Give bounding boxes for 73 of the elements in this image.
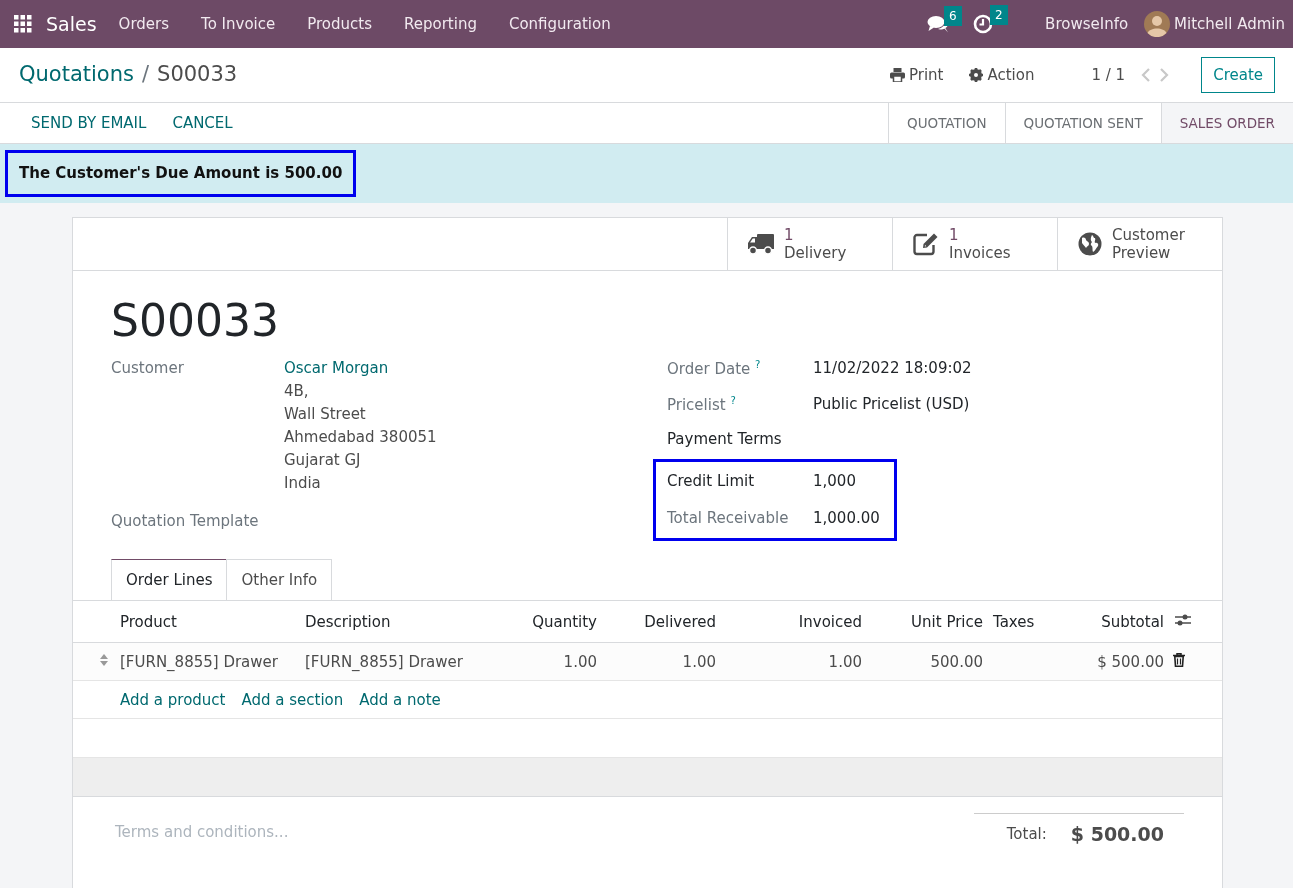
column-header[interactable]: Description xyxy=(304,600,494,643)
sliders-icon[interactable] xyxy=(1175,612,1191,627)
print-button[interactable]: Print xyxy=(888,62,945,88)
table-cell: [FURN_8855] Drawer xyxy=(304,642,494,681)
address-line: India xyxy=(284,472,322,494)
column-header[interactable]: Taxes xyxy=(984,600,1054,643)
address-line: Wall Street xyxy=(284,403,367,425)
field-label: Payment Terms xyxy=(667,429,783,451)
pager-value: 1 / 1 xyxy=(1091,64,1126,86)
field-label: Credit Limit xyxy=(667,471,756,493)
user-name[interactable]: Mitchell Admin xyxy=(1174,12,1285,36)
pencil-square-icon xyxy=(913,232,939,256)
field-label: Pricelist $^{?}$ xyxy=(667,393,737,416)
customer-link[interactable]: Oscar Morgan xyxy=(284,357,437,380)
column-header[interactable]: Invoiced xyxy=(717,600,863,643)
action-button[interactable]: SEND BY EMAIL xyxy=(18,111,160,135)
field-value: 11/02/2022 18:09:02 xyxy=(813,358,972,380)
field-label: Customer xyxy=(111,358,185,380)
column-header[interactable]: Subtotal xyxy=(1054,600,1165,643)
drag-handle-icon[interactable] xyxy=(99,652,109,667)
breadcrumb-current: S00033 xyxy=(157,61,238,89)
column-header[interactable]: Delivered xyxy=(598,600,717,643)
app-name[interactable]: Sales xyxy=(46,9,97,39)
action-button[interactable]: Action xyxy=(968,62,1036,88)
activity-count: 2 xyxy=(990,5,1008,25)
apps-menu-icon[interactable] xyxy=(14,15,32,33)
menu-item[interactable]: Products xyxy=(291,12,388,36)
trash-icon[interactable] xyxy=(1173,652,1185,667)
menu-item[interactable]: Orders xyxy=(102,12,186,36)
chat-icon[interactable] xyxy=(927,15,950,33)
user-avatar-icon[interactable] xyxy=(1144,11,1171,37)
action-button[interactable]: CANCEL xyxy=(159,111,246,135)
menu-item[interactable]: Configuration xyxy=(492,12,627,36)
company-switcher[interactable]: BrowseInfo xyxy=(1029,12,1145,36)
message-count: 6 xyxy=(944,6,962,26)
field-label: Order Date $^{?}$ xyxy=(667,358,762,381)
table-cell: 1.00 xyxy=(717,642,863,681)
total-label: Total: xyxy=(1006,824,1047,846)
table-cell: 1.00 xyxy=(598,642,717,681)
field-value: 1,000.00 xyxy=(813,508,880,530)
gear-icon xyxy=(969,68,984,82)
tab[interactable]: Order Lines xyxy=(111,558,228,601)
table-cell: [FURN_8855] Drawer xyxy=(119,642,304,681)
breadcrumb-separator: / xyxy=(141,61,150,89)
add-line-link[interactable]: Add a section xyxy=(241,688,344,712)
field-value: 1,000 xyxy=(813,471,856,493)
total-value: $ 500.00 xyxy=(1070,822,1164,848)
column-header[interactable]: Quantity xyxy=(494,600,598,643)
table-cell: 500.00 xyxy=(863,642,984,681)
table-cell: $ 500.00 xyxy=(1054,642,1165,681)
status-step[interactable]: SALES ORDER xyxy=(1160,103,1293,143)
address-line: Gujarat GJ xyxy=(284,449,362,471)
field-label: Quotation Template xyxy=(111,510,260,532)
address-line: Ahmedabad 380051 xyxy=(284,426,437,448)
field-label: Total Receivable xyxy=(667,508,790,530)
table-cell: 1.00 xyxy=(494,642,598,681)
create-button[interactable]: Create xyxy=(1201,56,1275,94)
address-line: 4B, xyxy=(284,380,310,402)
column-header[interactable]: Product xyxy=(119,600,304,643)
add-line-link[interactable]: Add a note xyxy=(359,688,441,712)
add-line-link[interactable]: Add a product xyxy=(120,688,226,712)
field-value: Public Pricelist (USD) xyxy=(813,393,970,415)
menu-item[interactable]: To Invoice xyxy=(185,12,292,36)
column-header[interactable]: Unit Price xyxy=(863,600,984,643)
printer-icon xyxy=(889,68,905,82)
record-title: S00033 xyxy=(111,297,280,346)
breadcrumb-link[interactable]: Quotations xyxy=(19,59,134,91)
due-amount-alert: The Customer's Due Amount is 500.00 xyxy=(5,150,357,197)
truck-icon xyxy=(748,233,774,255)
globe-icon xyxy=(1078,232,1102,256)
clock-icon[interactable] xyxy=(973,14,994,34)
tab[interactable]: Other Info xyxy=(226,558,333,601)
menu-item[interactable]: Reporting xyxy=(388,12,493,36)
